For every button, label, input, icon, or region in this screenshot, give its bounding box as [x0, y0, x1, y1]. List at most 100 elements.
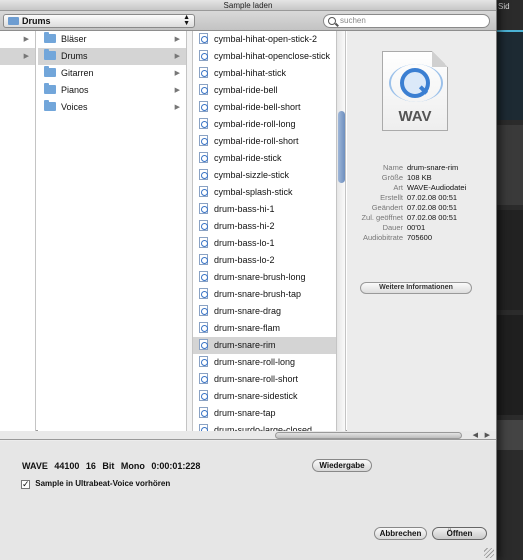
audio-file-icon	[199, 271, 208, 282]
file-item[interactable]: cymbal-hihat-open-stick-2	[193, 31, 336, 48]
column-browser: ▶ ▶ Bläser ▶ Drums ▶ Gitarren ▶ Pianos ▶ Voices ▶…	[0, 31, 496, 431]
file-item[interactable]: drum-surdo-large-closed	[193, 422, 336, 431]
audio-file-icon	[199, 407, 208, 418]
file-item[interactable]: cymbal-ride-stick	[193, 150, 336, 167]
chevron-right-icon: ▶	[23, 36, 29, 43]
file-item-label: drum-snare-sidestick	[214, 391, 298, 401]
path-popup[interactable]: Drums ▲ ▼	[3, 14, 195, 28]
audio-file-icon	[199, 152, 208, 163]
chevron-right-icon: ▶	[23, 53, 29, 60]
file-item[interactable]: cymbal-ride-roll-short	[193, 133, 336, 150]
chevron-right-icon: ▶	[174, 104, 180, 111]
search-field[interactable]: suchen	[323, 14, 490, 28]
preview-checkbox-label[interactable]: Sample in Ultrabeat-Voice vorhören	[35, 479, 170, 488]
scroll-thumb[interactable]	[338, 111, 345, 183]
file-item[interactable]: cymbal-hihat-openclose-stick	[193, 48, 336, 65]
search-icon	[328, 17, 336, 25]
folder-item[interactable]: Drums ▶	[38, 48, 186, 65]
audio-file-icon	[199, 424, 208, 431]
preview-checkbox[interactable]: ✓	[21, 480, 30, 489]
metadata-row: Dauer 00'01	[347, 223, 497, 233]
metadata-key: Audiobitrate	[362, 233, 403, 242]
file-item[interactable]: drum-snare-flam	[193, 320, 336, 337]
file-item-label: cymbal-hihat-openclose-stick	[214, 51, 331, 61]
folder-item[interactable]: Bläser ▶	[38, 31, 186, 48]
vertical-scrollbar[interactable]	[336, 31, 346, 431]
audio-file-icon	[199, 254, 208, 265]
file-item-label: cymbal-ride-roll-long	[214, 119, 296, 129]
file-item-label: cymbal-ride-stick	[214, 153, 282, 163]
audio-file-icon	[199, 390, 208, 401]
file-item[interactable]: drum-snare-tap	[193, 405, 336, 422]
folder-item-label: Pianos	[61, 85, 89, 95]
file-item[interactable]: drum-snare-roll-long	[193, 354, 336, 371]
scroll-thumb[interactable]	[275, 432, 462, 439]
folder-item[interactable]: Gitarren ▶	[38, 65, 186, 82]
folder-icon	[44, 49, 56, 60]
chevron-right-icon: ▶	[174, 70, 180, 77]
metadata-value: 07.02.08 00:51	[407, 193, 458, 202]
play-button[interactable]: Wiedergabe	[312, 459, 372, 472]
file-item[interactable]: cymbal-ride-roll-long	[193, 116, 336, 133]
file-item-label: drum-snare-brush-long	[214, 272, 306, 282]
list-item[interactable]: ▶	[0, 48, 35, 65]
browser-column-3: cymbal-hihat-open-stick-2 cymbal-hihat-op…	[193, 31, 336, 431]
file-item[interactable]: drum-snare-brush-long	[193, 269, 336, 286]
file-item[interactable]: drum-bass-hi-1	[193, 201, 336, 218]
file-item[interactable]: cymbal-ride-bell	[193, 82, 336, 99]
metadata-row: Zul. geöffnet 07.02.08 00:51	[347, 213, 497, 223]
file-item[interactable]: drum-snare-rim	[193, 337, 336, 354]
resize-grip-icon[interactable]	[484, 548, 494, 558]
folder-item[interactable]: Pianos ▶	[38, 82, 186, 99]
file-item[interactable]: cymbal-splash-stick	[193, 184, 336, 201]
audio-file-icon	[199, 33, 208, 44]
file-item[interactable]: cymbal-ride-bell-short	[193, 99, 336, 116]
open-button[interactable]: Öffnen	[432, 527, 487, 540]
file-item-label: drum-bass-hi-2	[214, 221, 275, 231]
file-item[interactable]: drum-bass-lo-1	[193, 235, 336, 252]
folder-item-label: Bläser	[61, 34, 87, 44]
updown-arrows-icon: ▲ ▼	[183, 14, 190, 27]
file-item[interactable]: cymbal-hihat-stick	[193, 65, 336, 82]
file-item-label: drum-snare-roll-short	[214, 374, 299, 384]
folder-icon	[8, 17, 19, 25]
folder-item-label: Drums	[61, 51, 88, 61]
wav-file-icon: WAV	[382, 51, 448, 131]
quicktime-icon	[400, 68, 430, 98]
file-item[interactable]: drum-bass-hi-2	[193, 218, 336, 235]
list-item[interactable]: ▶	[0, 31, 35, 48]
scroll-right-icon[interactable]: ▶	[485, 431, 490, 439]
more-info-button[interactable]: Weitere Informationen	[360, 282, 472, 294]
file-item-label: cymbal-ride-bell	[214, 85, 278, 95]
file-item-label: cymbal-ride-bell-short	[214, 102, 301, 112]
file-metadata: Name drum-snare-rim Größe 108 KB Art WAVE-Aud…	[347, 163, 497, 243]
horizontal-scrollbar[interactable]: ◀ ▶	[0, 431, 496, 440]
metadata-row: Art WAVE-Audiodatei	[347, 183, 497, 193]
cancel-button[interactable]: Abbrechen	[374, 527, 427, 540]
file-item-label: drum-snare-roll-long	[214, 357, 296, 367]
file-item[interactable]: drum-snare-roll-short	[193, 371, 336, 388]
scroll-left-icon[interactable]: ◀	[473, 431, 478, 439]
folder-item-label: Gitarren	[61, 68, 94, 78]
file-item[interactable]: cymbal-sizzle-stick	[193, 167, 336, 184]
background-app-title: Sid	[498, 2, 510, 11]
audio-file-icon	[199, 50, 208, 61]
metadata-value: 108 KB	[407, 173, 432, 182]
search-placeholder: suchen	[340, 16, 366, 25]
audio-file-icon	[199, 203, 208, 214]
file-item-label: cymbal-sizzle-stick	[214, 170, 290, 180]
audio-file-icon	[199, 118, 208, 129]
file-item[interactable]: drum-snare-sidestick	[193, 388, 336, 405]
chevron-right-icon: ▶	[174, 53, 180, 60]
file-item[interactable]: drum-snare-drag	[193, 303, 336, 320]
folder-item[interactable]: Voices ▶	[38, 99, 186, 116]
file-item[interactable]: drum-snare-brush-tap	[193, 286, 336, 303]
file-info: WAVE 44100 16 Bit Mono 0:00:01:228	[22, 461, 201, 471]
metadata-value: 07.02.08 00:51	[407, 203, 458, 212]
file-item-label: drum-bass-hi-1	[214, 204, 275, 214]
file-item-label: drum-bass-lo-1	[214, 238, 275, 248]
file-item-label: cymbal-hihat-stick	[214, 68, 287, 78]
audio-file-icon	[199, 322, 208, 333]
audio-file-icon	[199, 169, 208, 180]
file-item[interactable]: drum-bass-lo-2	[193, 252, 336, 269]
